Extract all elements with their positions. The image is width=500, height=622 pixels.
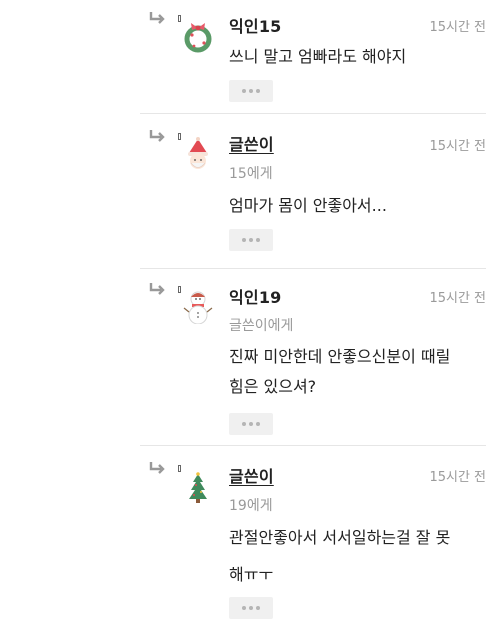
dot: [249, 238, 253, 242]
more-options-button[interactable]: [229, 413, 273, 435]
author-name[interactable]: 글쓴이: [229, 463, 274, 487]
reply-arrow-icon: [149, 130, 165, 142]
timestamp: 15시간 전: [429, 139, 486, 154]
author-name[interactable]: 익인19: [229, 284, 282, 308]
dot: [242, 606, 246, 610]
more-options-button[interactable]: [229, 229, 273, 251]
timestamp: 15시간 전: [429, 20, 486, 35]
dot: [242, 238, 246, 242]
more-options-button[interactable]: [229, 80, 273, 102]
santa-icon[interactable]: [180, 136, 216, 172]
reply-to-label: 15에게: [229, 166, 273, 182]
timestamp: 15시간 전: [429, 470, 486, 485]
comment-text-line: 엄마가 몸이 안좋아서...: [229, 196, 387, 215]
comment-text-line: 관절안좋아서 서서일하는걸 잘 못: [229, 528, 451, 547]
reply-arrow-icon: [149, 12, 165, 24]
author-name[interactable]: 글쓴이: [229, 131, 274, 155]
reply-to-label: 19에게: [229, 498, 273, 514]
reply-to-label: 글쓴이에게: [229, 318, 294, 334]
comment-text-line: 쓰니 말고 엄빠라도 해야지: [229, 47, 407, 66]
reply-arrow-icon: [149, 283, 165, 295]
wreath-icon[interactable]: [180, 18, 216, 54]
comment-item: 익인19 15시간 전 글쓴이에게 진짜 미안한데 안좋으신분이 때릴 힘은 있…: [0, 269, 500, 445]
dot: [256, 238, 260, 242]
dot: [242, 89, 246, 93]
dot: [256, 606, 260, 610]
comment-item: 글쓴이 15시간 전 15에게 엄마가 몸이 안좋아서...: [0, 114, 500, 269]
dot: [256, 422, 260, 426]
dot: [249, 89, 253, 93]
author-name[interactable]: 익인15: [229, 13, 282, 37]
dot: [242, 422, 246, 426]
dot: [249, 422, 253, 426]
dot: [256, 89, 260, 93]
comment-item: 익인15 15시간 전 쓰니 말고 엄빠라도 해야지: [0, 0, 500, 114]
comment-text-line: 진짜 미안한데 안좋으신분이 때릴: [229, 347, 451, 366]
snowman-icon[interactable]: [180, 288, 216, 324]
comment-text-line: 해ㅠㅜ: [229, 565, 274, 584]
reply-arrow-icon: [149, 462, 165, 474]
timestamp: 15시간 전: [429, 291, 486, 306]
comment-text-line: 힘은 있으셔?: [229, 377, 317, 396]
christmas-tree-icon[interactable]: [180, 470, 216, 506]
comment-item: 글쓴이 15시간 전 19에게 관절안좋아서 서서일하는걸 잘 못 해ㅠㅜ: [0, 446, 500, 622]
more-options-button[interactable]: [229, 597, 273, 619]
dot: [249, 606, 253, 610]
